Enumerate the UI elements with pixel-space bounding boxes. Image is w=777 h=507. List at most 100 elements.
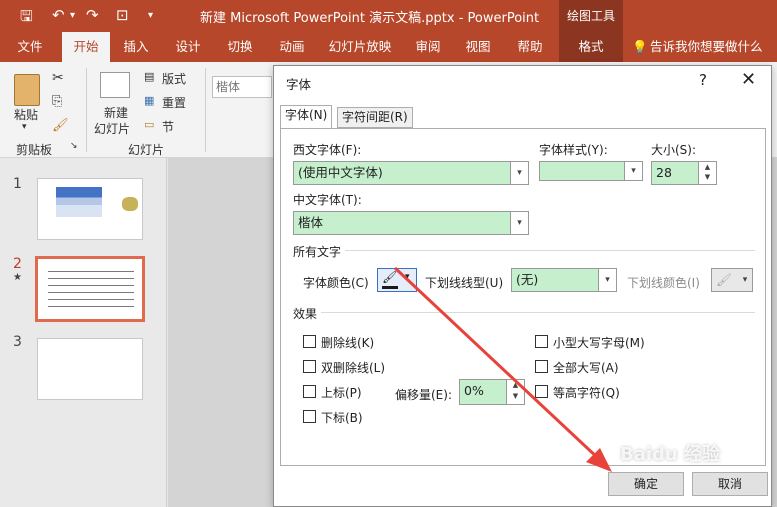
slide-thumbnail-3[interactable] [37, 338, 143, 400]
paste-icon[interactable] [14, 74, 40, 106]
underline-type-select[interactable]: (无) ▾ [511, 268, 617, 292]
new-slide-button[interactable]: 新建 [104, 104, 128, 121]
strikethrough-label: 删除线(K) [321, 336, 375, 350]
chevron-down-icon: ▾ [738, 269, 752, 291]
undo-dropdown-icon[interactable]: ▾ [70, 10, 75, 21]
spin-icon[interactable]: ▲ ▼ [698, 162, 716, 184]
tab-slideshow[interactable]: 幻灯片放映 [322, 32, 398, 62]
font-style-select[interactable]: ▾ [539, 161, 643, 181]
superscript-checkbox[interactable] [303, 385, 316, 398]
paint-bucket-icon: 🖌 [716, 272, 732, 287]
all-text-section-title: 所有文字 [293, 245, 342, 259]
format-painter-icon[interactable]: 🖌 [52, 118, 69, 133]
undo-icon[interactable]: ↶ [52, 6, 65, 24]
slide1-table [56, 187, 102, 217]
reset-button[interactable]: 重置 [162, 94, 186, 111]
chevron-down-icon: ▾ [405, 272, 410, 282]
underline-color-button[interactable]: 🖌 ▾ [711, 268, 753, 292]
divider [321, 312, 755, 313]
font-color-label: 字体颜色(C) [303, 276, 369, 290]
cut-icon[interactable]: ✂ [52, 70, 64, 86]
paste-dropdown-icon[interactable]: ▾ [22, 122, 27, 132]
strikethrough-checkbox[interactable] [303, 335, 316, 348]
redo-icon[interactable]: ↷ [86, 6, 99, 24]
equal-height-checkbox[interactable] [535, 385, 548, 398]
copy-icon[interactable]: ⎘ [52, 94, 62, 109]
tab-font[interactable]: 字体(N) [280, 105, 333, 129]
tab-file[interactable]: 文件 [8, 32, 52, 62]
underline-color-label: 下划线颜色(I) [627, 276, 700, 290]
chinese-font-select[interactable]: 楷体 ▾ [293, 211, 529, 235]
layout-icon: ▤ [144, 70, 155, 83]
slide-thumbnail-1[interactable] [37, 178, 143, 240]
slides-group-label: 幻灯片 [128, 143, 165, 157]
spin-icon[interactable]: ▲ ▼ [506, 380, 524, 404]
new-slide-label-2[interactable]: 幻灯片 [94, 120, 130, 137]
paint-bucket-icon: 🖌 [382, 270, 398, 284]
chinese-font-label: 中文字体(T): [293, 193, 362, 207]
slide-number-1: 1 [13, 176, 22, 192]
offset-value: 0% [464, 383, 484, 398]
underline-type-label: 下划线线型(U) [425, 276, 504, 290]
close-icon[interactable]: ✕ [741, 69, 756, 90]
chinese-font-value: 楷体 [298, 215, 324, 230]
tell-me-box[interactable]: 告诉我你想要做什么 [650, 32, 768, 62]
tab-design[interactable]: 设计 [168, 32, 208, 62]
tab-review[interactable]: 审阅 [408, 32, 448, 62]
reset-icon: ▦ [144, 94, 155, 107]
section-button[interactable]: 节 [162, 118, 174, 135]
offset-stepper[interactable]: 0% ▲ ▼ [459, 379, 525, 405]
equal-height-label: 等高字符(Q) [553, 386, 620, 400]
slide-number-2: 2 [13, 256, 22, 272]
tab-animations[interactable]: 动画 [272, 32, 312, 62]
customize-toolbar-icon[interactable]: ▾ [148, 10, 153, 21]
slide1-image [122, 197, 138, 211]
slide-number-3: 3 [13, 334, 22, 350]
ok-button[interactable]: 确定 [608, 472, 684, 496]
western-font-value: (使用中文字体) [298, 165, 383, 180]
lightbulb-icon: 💡 [632, 39, 648, 54]
ribbon-tabs: 文件 开始 插入 设计 切换 动画 幻灯片放映 审阅 视图 帮助 格式 💡 告诉… [0, 32, 777, 62]
font-color-button[interactable]: 🖌 ▾ [377, 268, 417, 292]
subscript-label: 下标(B) [321, 411, 363, 425]
layout-button[interactable]: 版式 [162, 70, 186, 87]
size-stepper[interactable]: 28 ▲ ▼ [651, 161, 717, 185]
tab-view[interactable]: 视图 [458, 32, 498, 62]
cancel-button[interactable]: 取消 [692, 472, 768, 496]
western-font-label: 西文字体(F): [293, 143, 362, 157]
font-name-box[interactable]: 楷体 [212, 76, 272, 98]
dialog-title: 字体 [286, 77, 312, 92]
font-tab-panel: 西文字体(F): (使用中文字体) ▾ 字体样式(Y): ▾ 大小(S): 28… [280, 128, 766, 466]
tab-char-spacing[interactable]: 字符间距(R) [337, 107, 413, 128]
chevron-down-icon: ▾ [598, 269, 616, 291]
paste-button[interactable]: 粘贴 [14, 106, 38, 123]
double-strikethrough-checkbox[interactable] [303, 360, 316, 373]
font-style-label: 字体样式(Y): [539, 143, 608, 157]
help-button[interactable]: ? [699, 71, 707, 89]
tab-help[interactable]: 帮助 [508, 32, 552, 62]
divider [345, 250, 755, 251]
offset-label: 偏移量(E): [395, 388, 452, 402]
save-icon[interactable]: 🖫 [20, 6, 33, 31]
subscript-checkbox[interactable] [303, 410, 316, 423]
slide2-text [48, 267, 134, 313]
new-slide-icon[interactable] [100, 72, 130, 98]
tab-home[interactable]: 开始 [62, 32, 110, 62]
underline-type-value: (无) [516, 272, 539, 287]
slides-panel: 1 2 ★ 3 [0, 158, 167, 507]
color-swatch [382, 286, 398, 289]
tab-format[interactable]: 格式 [559, 32, 623, 62]
watermark: Baidu 经验 [620, 444, 721, 465]
window-title: 新建 Microsoft PowerPoint 演示文稿.pptx - Powe… [200, 11, 540, 26]
clipboard-launcher-icon[interactable]: ↘ [70, 141, 78, 151]
presentation-icon[interactable]: ⊡ [116, 6, 129, 24]
section-icon: ▭ [144, 118, 155, 131]
slide-thumbnail-2[interactable] [35, 256, 145, 322]
size-value: 28 [656, 165, 672, 180]
western-font-select[interactable]: (使用中文字体) ▾ [293, 161, 529, 185]
small-caps-checkbox[interactable] [535, 335, 548, 348]
chevron-down-icon: ▾ [624, 162, 642, 180]
tab-insert[interactable]: 插入 [116, 32, 156, 62]
all-caps-checkbox[interactable] [535, 360, 548, 373]
tab-transitions[interactable]: 切换 [220, 32, 260, 62]
